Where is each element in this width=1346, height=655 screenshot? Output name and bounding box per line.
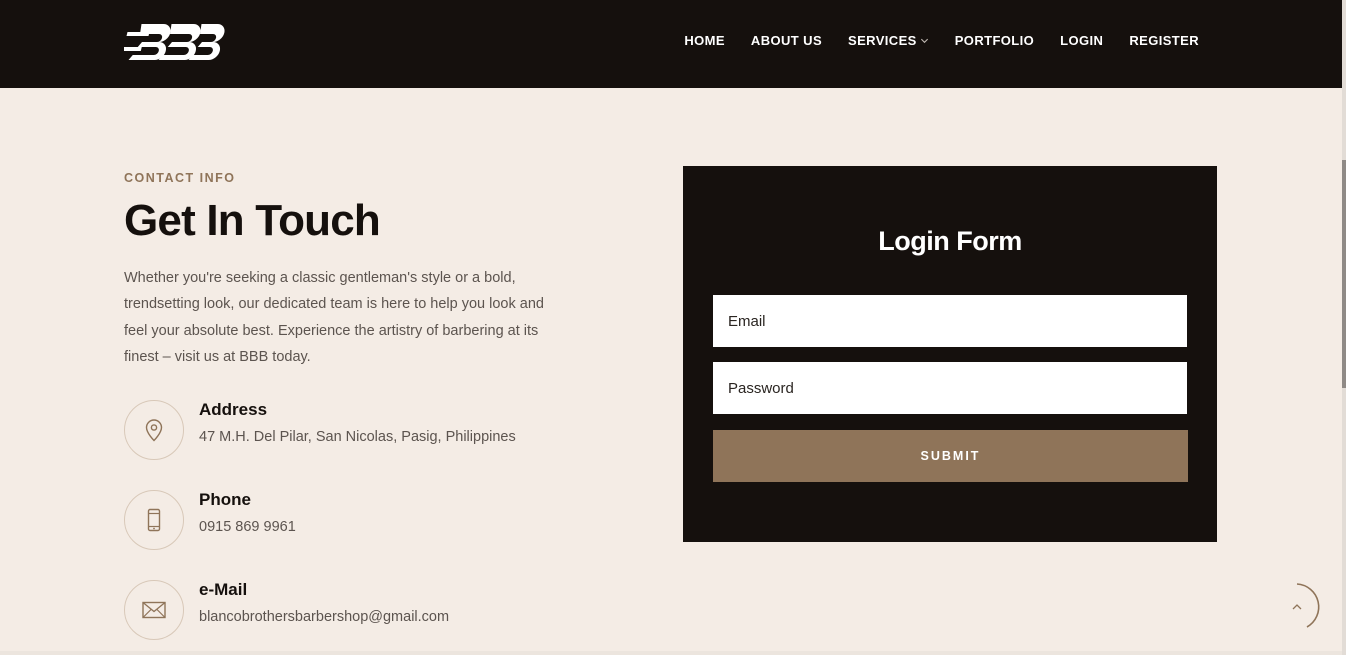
login-form-card: Login Form SUBMIT — [683, 166, 1217, 542]
envelope-icon — [142, 601, 166, 619]
nav-home-label: HOME — [684, 33, 725, 48]
scrollbar-thumb[interactable] — [1342, 160, 1346, 388]
chevron-down-icon — [920, 38, 928, 44]
nav-services-label: SERVICES — [848, 33, 917, 48]
email-input[interactable] — [713, 295, 1187, 347]
login-form-title: Login Form — [878, 226, 1022, 256]
nav-portfolio-label: PORTFOLIO — [954, 33, 1035, 48]
nav-services[interactable]: SERVICES — [848, 33, 929, 48]
chevron-up-icon — [1292, 604, 1302, 610]
nav-register[interactable]: REGISTER — [1129, 33, 1199, 48]
phone-link[interactable]: 0915 869 9961 — [199, 519, 296, 535]
bbb-logo[interactable] — [118, 22, 226, 62]
phone-icon — [147, 508, 161, 532]
scroll-to-top-button[interactable] — [1272, 582, 1322, 632]
password-input[interactable] — [713, 362, 1187, 414]
contact-item-email: e-Mail blancobrothersbarbershop@gmail.co… — [124, 580, 624, 642]
phone-icon-circle — [124, 490, 184, 550]
nav-login[interactable]: LOGIN — [1060, 33, 1103, 48]
nav-about-us[interactable]: ABOUT US — [751, 33, 822, 48]
map-pin-icon — [145, 419, 163, 442]
address-title: Address — [199, 400, 268, 419]
nav-login-label: LOGIN — [1060, 33, 1104, 48]
page-bottom-divider — [0, 651, 1342, 655]
nav-portfolio[interactable]: PORTFOLIO — [955, 33, 1034, 48]
contact-item-phone: Phone 0915 869 9961 — [124, 490, 624, 552]
top-navbar: HOME ABOUT US SERVICES PORTFOLIO LOGIN R… — [0, 0, 1342, 88]
page-heading: Get In Touch — [124, 196, 381, 245]
nav-register-label: REGISTER — [1129, 33, 1199, 48]
phone-title: Phone — [199, 490, 251, 509]
intro-paragraph: Whether you're seeking a classic gentlem… — [124, 270, 544, 365]
submit-button[interactable]: SUBMIT — [713, 430, 1188, 482]
main-nav: HOME ABOUT US SERVICES PORTFOLIO LOGIN R… — [684, 33, 1199, 48]
address-value: 47 M.H. Del Pilar, San Nicolas, Pasig, P… — [199, 429, 516, 445]
email-title: e-Mail — [199, 580, 248, 599]
nav-about-us-label: ABOUT US — [750, 33, 823, 48]
email-icon-circle — [124, 580, 184, 640]
nav-home[interactable]: HOME — [684, 33, 725, 48]
address-icon-circle — [124, 400, 184, 460]
contact-item-address: Address 47 M.H. Del Pilar, San Nicolas, … — [124, 400, 624, 462]
contact-eyebrow: CONTACT INFO — [124, 171, 236, 185]
email-link[interactable]: blancobrothersbarbershop@gmail.com — [199, 609, 449, 625]
